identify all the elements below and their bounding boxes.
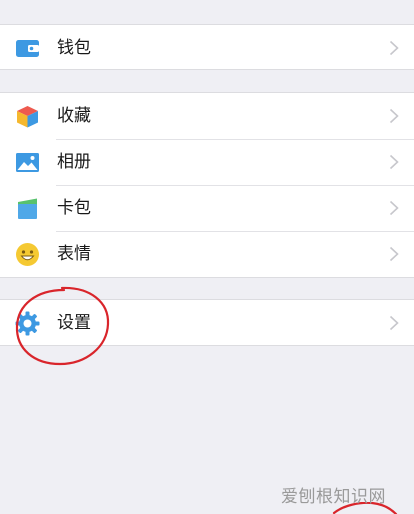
chevron-right-icon [389,40,399,56]
gear-icon [15,311,40,336]
favorites-cube-icon [15,104,40,129]
menu-group-settings: 设置 [0,299,414,346]
wallet-icon [15,36,40,61]
chevron-right-icon [389,315,399,331]
watermark-text: 爱刨根知识网 [281,487,386,507]
chevron-right-icon [389,108,399,124]
chevron-right-icon [389,246,399,262]
menu-item-label: 设置 [57,313,91,333]
menu-item-stickers[interactable]: 表情 [0,231,414,277]
menu-item-label: 收藏 [57,106,91,126]
menu-item-label: 相册 [57,152,91,172]
menu-item-label: 卡包 [57,198,91,218]
menu-item-label: 表情 [57,244,91,264]
menu-item-settings[interactable]: 设置 [0,300,414,346]
smiley-icon [15,242,40,267]
menu-item-wallet[interactable]: 钱包 [0,25,414,71]
menu-item-cards[interactable]: 卡包 [0,185,414,231]
menu-group-wallet: 钱包 [0,24,414,70]
menu-item-album[interactable]: 相册 [0,139,414,185]
chevron-right-icon [389,200,399,216]
chevron-right-icon [389,154,399,170]
menu-group-content: 收藏 相册 卡包 表情 [0,92,414,278]
menu-item-label: 钱包 [57,38,91,58]
card-pack-icon [15,196,40,221]
album-photo-icon [15,150,40,175]
menu-item-favorites[interactable]: 收藏 [0,93,414,139]
